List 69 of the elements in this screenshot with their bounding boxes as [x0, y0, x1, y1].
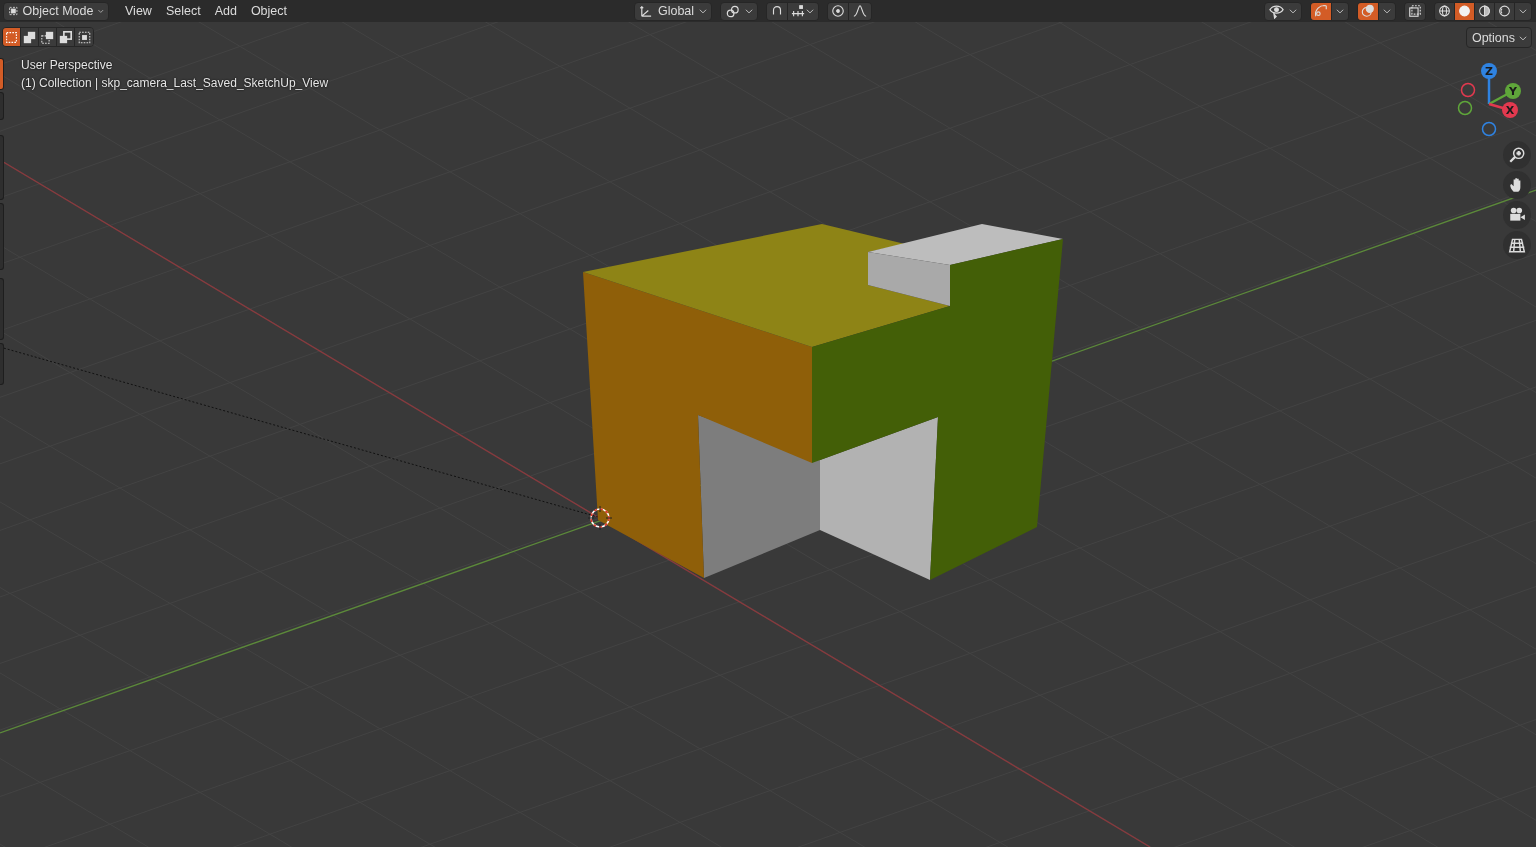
mode-dropdown[interactable]: Object Mode	[3, 1, 109, 21]
eye-pointer-icon	[1269, 3, 1284, 19]
pan-button[interactable]	[1503, 171, 1531, 199]
menu-item[interactable]: Select	[158, 1, 208, 21]
view-name: User Perspective	[21, 58, 114, 72]
solid-sphere-icon	[1458, 4, 1471, 18]
axis-handle[interactable]: Y	[1505, 83, 1521, 99]
caret-icon	[1335, 6, 1345, 16]
magnet-icon	[770, 4, 784, 18]
caret-icon	[1382, 6, 1392, 16]
invert-squares-icon	[59, 30, 72, 44]
movie-camera-icon	[1508, 206, 1526, 224]
overlapping-circles-icon	[1361, 4, 1375, 18]
snap-target-dropdown[interactable]	[788, 2, 818, 20]
options-dropdown[interactable]: Options	[1465, 27, 1532, 48]
3d-cursor-icon[interactable]	[587, 505, 613, 531]
caret-icon	[744, 6, 754, 16]
axis-handle[interactable]: X	[1502, 102, 1518, 118]
gizmo-toggle[interactable]	[1311, 2, 1332, 20]
pivot-dropdown[interactable]	[720, 1, 758, 21]
shading-mode-button[interactable]	[1435, 2, 1455, 20]
proportional-edit-toggle[interactable]	[828, 2, 849, 20]
select-mode-button[interactable]	[3, 28, 21, 46]
grid-plane-icon	[1508, 236, 1526, 254]
dashed-square-icon	[5, 30, 18, 44]
shading-mode-button[interactable]	[1495, 2, 1515, 20]
select-mode-button[interactable]	[57, 28, 75, 46]
falloff-dropdown[interactable]	[849, 2, 871, 20]
wireframe-sphere-icon	[1438, 4, 1451, 18]
menu-item[interactable]: Add	[207, 1, 244, 21]
intersect-squares-icon	[77, 30, 91, 44]
menu-item[interactable]: View	[118, 1, 159, 21]
caret-icon	[1518, 6, 1528, 16]
caret-icon	[698, 6, 708, 16]
gizmo-arrow-icon	[1314, 4, 1328, 18]
xray-squares-icon	[1408, 4, 1422, 18]
caret-icon	[805, 6, 815, 16]
toolbar-tool-button[interactable]	[0, 58, 4, 90]
rendered-sphere-icon	[1498, 4, 1511, 18]
zoom-button[interactable]	[1503, 141, 1531, 169]
overlays-toggle[interactable]	[1358, 2, 1379, 20]
linked-circles-icon	[725, 3, 740, 19]
subtract-squares-icon	[41, 30, 54, 44]
bell-curve-icon	[853, 4, 867, 18]
target-circle-icon	[831, 4, 845, 18]
increment-icon	[791, 4, 805, 18]
xray-toggle[interactable]	[1405, 2, 1425, 20]
perspective-toggle-button[interactable]	[1503, 231, 1531, 259]
snap-toggle[interactable]	[767, 2, 788, 20]
axes-icon	[639, 3, 654, 19]
negative-axis-handle[interactable]	[1457, 100, 1473, 116]
shading-mode-button[interactable]	[1475, 2, 1495, 20]
caret-icon	[1288, 6, 1298, 16]
stacked-squares-icon	[23, 30, 36, 44]
select-mode-button[interactable]	[39, 28, 57, 46]
select-mode-button[interactable]	[75, 28, 93, 46]
orientation-dropdown[interactable]: Global	[634, 1, 712, 21]
zoom-icon	[1508, 146, 1526, 164]
material-sphere-icon	[1478, 4, 1491, 18]
collection-info: (1) Collection | skp_camera_Last_Saved_SketchUp_View	[21, 76, 329, 90]
camera-view-button[interactable]	[1503, 201, 1531, 229]
axis-handle[interactable]: Z	[1481, 63, 1497, 79]
negative-axis-handle[interactable]	[1460, 82, 1476, 98]
visibility-dropdown[interactable]	[1264, 1, 1302, 21]
negative-axis-handle[interactable]	[1481, 121, 1497, 137]
select-mode-button[interactable]	[21, 28, 39, 46]
object-mode-icon	[8, 4, 19, 18]
shading-mode-button[interactable]	[1455, 2, 1475, 20]
menu-item[interactable]: Object	[243, 1, 294, 21]
